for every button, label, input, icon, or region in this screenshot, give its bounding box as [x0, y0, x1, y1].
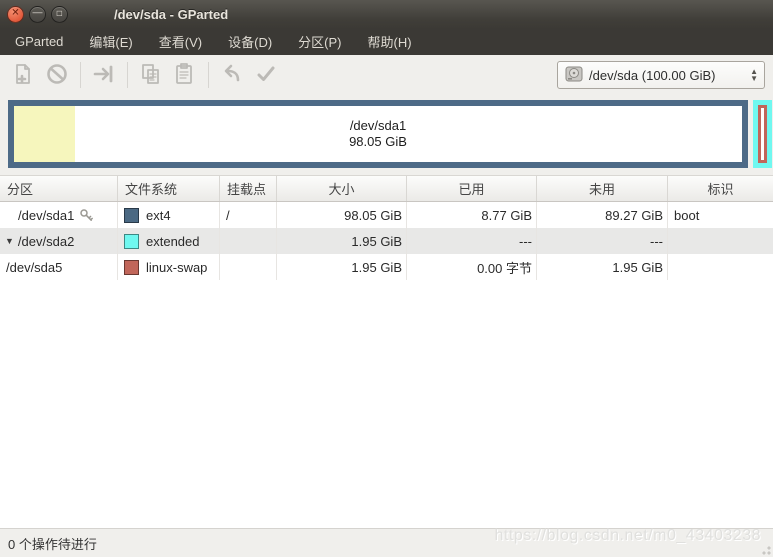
paste-icon — [173, 62, 197, 89]
resize-move-button[interactable] — [87, 59, 121, 91]
column-header-unused[interactable]: 未用 — [537, 176, 668, 201]
size-cell: 1.95 GiB — [277, 254, 407, 280]
partition-visual-sda2-extended[interactable] — [753, 100, 772, 168]
table-header-row: 分区 文件系统 挂载点 大小 已用 未用 标识 — [0, 175, 773, 202]
unused-cell: 1.95 GiB — [537, 254, 668, 280]
partition-name: /dev/sda5 — [6, 260, 62, 275]
flags-cell — [668, 228, 773, 254]
device-selector-value: /dev/sda (100.00 GiB) — [589, 68, 750, 83]
filesystem-color-swatch — [124, 208, 139, 223]
used-cell: --- — [407, 228, 537, 254]
flags-cell: boot — [668, 202, 773, 228]
menu-edit[interactable]: 编辑(E) — [82, 28, 139, 55]
pending-operations-text: 0 个操作待进行 — [8, 534, 97, 553]
mount-point-cell: / — [220, 202, 277, 228]
resize-move-icon — [92, 62, 116, 89]
mount-point-cell — [220, 254, 277, 280]
apply-icon — [254, 62, 278, 89]
filesystem-name: ext4 — [146, 208, 171, 223]
size-cell: 98.05 GiB — [277, 202, 407, 228]
menu-device[interactable]: 设备(D) — [221, 28, 279, 55]
column-header-size[interactable]: 大小 — [277, 176, 407, 201]
maximize-button[interactable]: ◻ — [51, 6, 68, 23]
toolbar-separator — [127, 62, 128, 88]
filesystem-name: extended — [146, 234, 200, 249]
undo-button[interactable] — [215, 59, 249, 91]
table-row[interactable]: /dev/sda5 linux-swap 1.95 GiB 0.00 字节 1.… — [0, 254, 773, 280]
toolbar-separator — [80, 62, 81, 88]
filesystem-color-swatch — [124, 234, 139, 249]
menu-partition[interactable]: 分区(P) — [291, 28, 348, 55]
size-cell: 1.95 GiB — [277, 228, 407, 254]
watermark-text: https://blog.csdn.net/m0_43403238 — [495, 527, 761, 545]
column-header-used[interactable]: 已用 — [407, 176, 537, 201]
minimize-button[interactable]: — — [29, 6, 46, 23]
flags-cell — [668, 254, 773, 280]
copy-button[interactable] — [134, 59, 168, 91]
partition-name: /dev/sda2 — [18, 234, 74, 249]
filesystem-name: linux-swap — [146, 260, 207, 275]
menu-view[interactable]: 查看(V) — [152, 28, 209, 55]
disk-visual-panel: /dev/sda1 98.05 GiB — [0, 95, 773, 175]
delete-partition-button[interactable] — [40, 59, 74, 91]
expander-icon[interactable]: ▼ — [5, 236, 14, 246]
new-partition-icon — [11, 62, 35, 89]
menu-gparted[interactable]: GParted — [8, 30, 70, 53]
mount-point-cell — [220, 228, 277, 254]
window-title: /dev/sda - GParted — [114, 7, 228, 22]
filesystem-color-swatch — [124, 260, 139, 275]
table-row[interactable]: /dev/sda1 ext4 / 98.05 GiB 8.77 GiB 89.2… — [0, 202, 773, 228]
column-header-partition[interactable]: 分区 — [0, 176, 118, 201]
partition-table: 分区 文件系统 挂载点 大小 已用 未用 标识 /dev/sda1 ext4 /… — [0, 175, 773, 280]
new-partition-button[interactable] — [6, 59, 40, 91]
copy-icon — [139, 62, 163, 89]
key-icon — [79, 208, 94, 223]
column-header-flags[interactable]: 标识 — [668, 176, 773, 201]
paste-button[interactable] — [168, 59, 202, 91]
undo-icon — [220, 62, 244, 89]
partition-visual-size: 98.05 GiB — [349, 134, 407, 150]
toolbar: /dev/sda (100.00 GiB) ▲▼ — [0, 55, 773, 95]
menubar: GParted 编辑(E) 查看(V) 设备(D) 分区(P) 帮助(H) — [0, 28, 773, 55]
table-row[interactable]: ▼ /dev/sda2 extended 1.95 GiB --- --- — [0, 228, 773, 254]
partition-visual-sda5-swap[interactable] — [758, 105, 767, 163]
menu-help[interactable]: 帮助(H) — [361, 28, 419, 55]
used-cell: 8.77 GiB — [407, 202, 537, 228]
gparted-window: ✕ — ◻ /dev/sda - GParted GParted 编辑(E) 查… — [0, 0, 773, 557]
device-selector[interactable]: /dev/sda (100.00 GiB) ▲▼ — [557, 61, 765, 89]
column-header-filesystem[interactable]: 文件系统 — [118, 176, 220, 201]
close-button[interactable]: ✕ — [7, 6, 24, 23]
unused-cell: 89.27 GiB — [537, 202, 668, 228]
partition-name: /dev/sda1 — [18, 208, 74, 223]
apply-button[interactable] — [249, 59, 283, 91]
resize-grip-icon[interactable] — [759, 543, 771, 555]
column-header-mountpoint[interactable]: 挂载点 — [220, 176, 277, 201]
device-selector-spinner[interactable]: ▲▼ — [750, 68, 758, 82]
delete-icon — [45, 62, 69, 89]
partition-visual-sda1[interactable]: /dev/sda1 98.05 GiB — [8, 100, 748, 168]
unused-cell: --- — [537, 228, 668, 254]
titlebar: ✕ — ◻ /dev/sda - GParted — [0, 0, 773, 28]
partition-visual-label: /dev/sda1 — [350, 118, 406, 134]
hard-disk-icon — [564, 64, 584, 87]
used-cell: 0.00 字节 — [407, 254, 537, 280]
toolbar-separator — [208, 62, 209, 88]
